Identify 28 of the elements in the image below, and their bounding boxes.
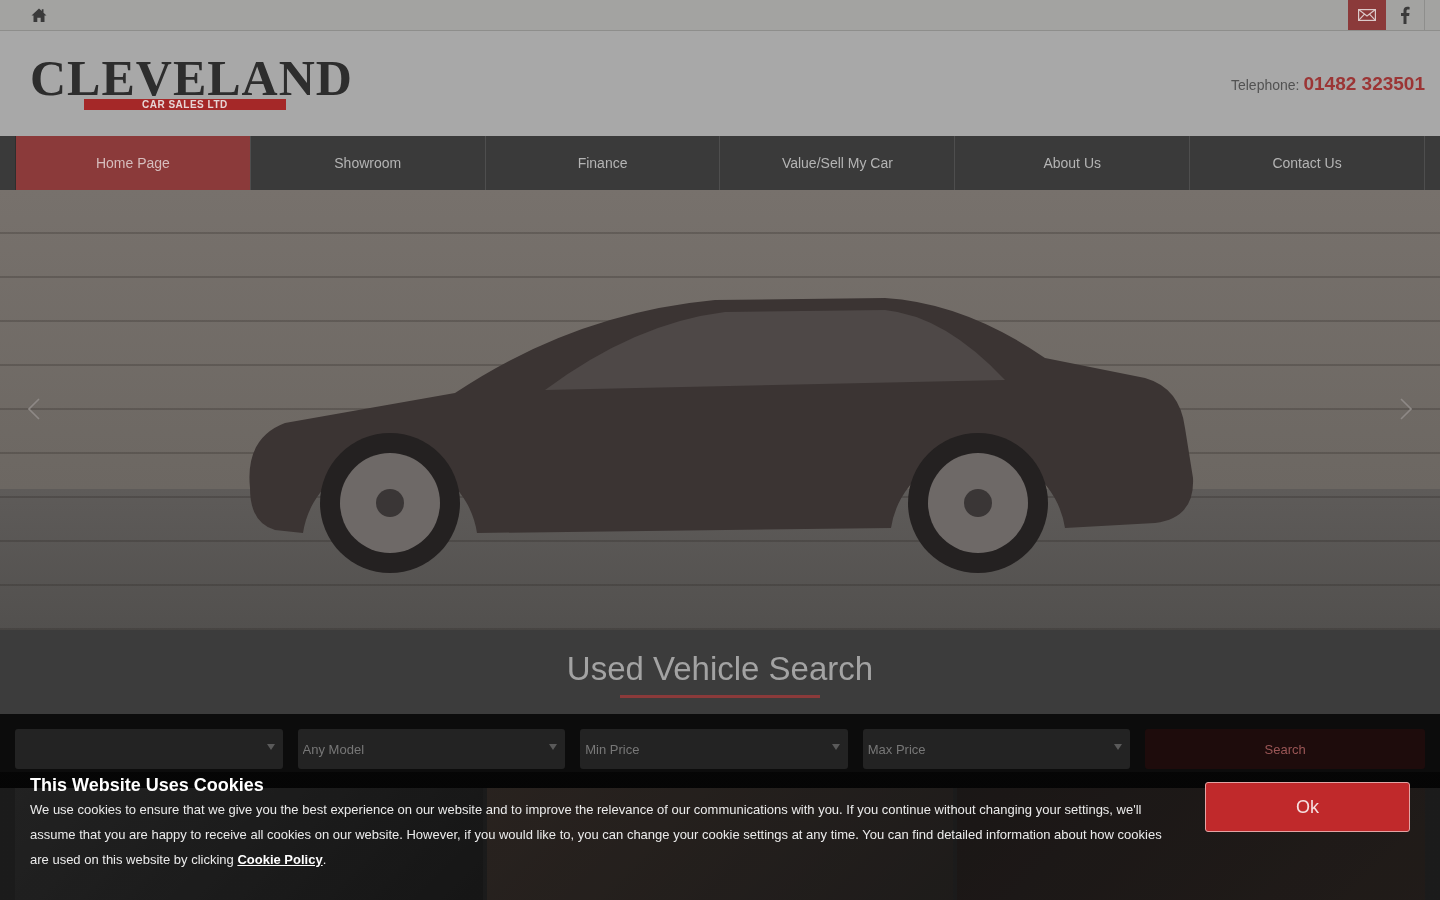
caret-icon (549, 744, 558, 750)
dropdown-field[interactable]: Max Price (862, 729, 1131, 769)
nav-tab[interactable]: Home Page (15, 136, 251, 190)
caret-icon (831, 744, 840, 750)
envelope-icon (1358, 9, 1376, 21)
dropdown-field[interactable] (15, 729, 283, 769)
cookie-message: We use cookies to ensure that we give you the best experience on our website and to improve the relevance of our communications with you. If you continue without changing your settings, we'll assume that you are happy to receive all cookies on our website. However, if you would like to, you can change your cookie settings at any time. You can find detailed information about how cookies are used on this website by clicking Cookie Policy. (30, 801, 1163, 869)
nav-tab[interactable]: About Us (955, 136, 1191, 190)
nav-tab[interactable]: Value/Sell My Car (720, 136, 956, 190)
section-title: Used Vehicle Search (566, 650, 874, 688)
facebook-icon (1400, 6, 1410, 24)
search-button[interactable]: Search (1145, 729, 1425, 769)
nav-tab[interactable]: Contact Us (1190, 136, 1425, 190)
accept-button[interactable]: Ok (1205, 782, 1410, 832)
nav-tab[interactable]: Finance (485, 136, 721, 190)
caret-icon (266, 744, 275, 750)
telephone-label: Telephone: (1230, 76, 1300, 93)
home-icon[interactable] (31, 8, 47, 22)
caret-icon (1114, 744, 1123, 750)
cookie-policy-link[interactable]: Cookie Policy (237, 852, 323, 867)
email-button[interactable] (1348, 0, 1386, 30)
telephone-number[interactable]: 01482 323501 (1303, 72, 1425, 95)
dropdown-field[interactable]: Any Model (297, 729, 566, 769)
logo-wordmark[interactable]: CLEVELAND (30, 57, 353, 99)
dropdown-field[interactable]: Min Price (580, 729, 848, 769)
cookie-title: This Website Uses Cookies (30, 774, 264, 797)
nav-tab[interactable]: Showroom (250, 136, 486, 190)
logo-tagline: CAR SALES LTD (84, 99, 286, 110)
